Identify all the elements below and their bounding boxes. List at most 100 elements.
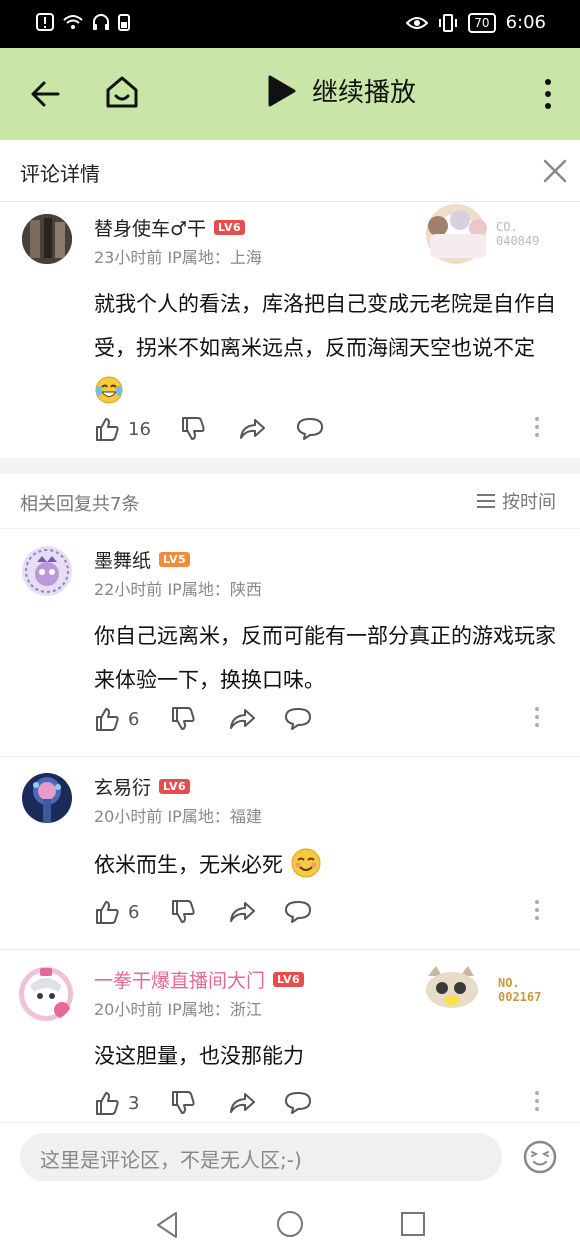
sort-button[interactable]: 按时间 (476, 488, 556, 514)
share-button[interactable] (228, 899, 256, 925)
vibrate-icon (439, 13, 458, 32)
thumbs-down-icon (182, 417, 205, 440)
like-count: 6 (128, 901, 140, 923)
sort-lines-icon (477, 494, 495, 508)
share-button[interactable] (238, 416, 266, 442)
comment-more-icon[interactable] (534, 899, 540, 921)
share-button[interactable] (228, 1090, 256, 1116)
share-button[interactable] (228, 706, 256, 732)
username[interactable]: 玄易衍 (94, 773, 151, 800)
comment-actions: 16 (94, 416, 564, 446)
avatar[interactable] (22, 773, 72, 823)
thumbs-up-icon (96, 418, 119, 441)
divider (0, 528, 580, 529)
emoji-icon[interactable] (522, 1139, 558, 1175)
sort-label: 按时间 (502, 492, 556, 513)
username-row: 替身使车♂干 LV6 (94, 214, 246, 241)
headphones-icon (93, 14, 109, 30)
fan-badge[interactable]: NO. 002167 (420, 962, 560, 1012)
reply-button[interactable] (296, 416, 324, 442)
continue-play-button[interactable]: 继续播放 (266, 72, 416, 109)
like-button[interactable]: 3 (94, 1090, 139, 1116)
status-bar: 70 6:06 (0, 0, 580, 48)
reply-item: 一拳干爆直播间大门 LV6 NO. 002167 20小时前 IP属地：浙江 没… (0, 950, 580, 1122)
like-count: 3 (128, 1092, 140, 1114)
top-toolbar: 继续播放 (0, 48, 580, 140)
thumbs-down-icon (172, 707, 195, 730)
comment-meta: 23小时前 IP属地：上海 (94, 248, 262, 267)
username[interactable]: 替身使车♂干 (94, 214, 206, 241)
nav-back-icon[interactable] (154, 1210, 180, 1240)
share-icon (230, 709, 255, 729)
dislike-button[interactable] (180, 416, 206, 442)
comment-detail-header: 评论详情 (0, 140, 580, 202)
chat-bubble-icon (285, 901, 311, 923)
comment-more-icon[interactable] (534, 1090, 540, 1112)
comment-input[interactable]: 这里是评论区，不是无人区;-) (20, 1133, 502, 1181)
comment-more-icon[interactable] (534, 706, 540, 728)
level-badge: LV6 (273, 972, 305, 987)
username[interactable]: 一拳干爆直播间大门 (94, 966, 265, 993)
nav-home-icon[interactable] (276, 1210, 304, 1238)
username[interactable]: 墨舞纸 (94, 546, 151, 573)
comment-body: 依米而生，无米必死 (94, 843, 560, 887)
thumbs-up-icon (96, 901, 119, 924)
comment-more-icon[interactable] (534, 416, 540, 438)
share-icon (240, 419, 265, 439)
avatar-image (22, 773, 72, 823)
page-title: 评论详情 (20, 162, 100, 186)
comment-actions: 6 (94, 899, 564, 929)
reply-button[interactable] (284, 899, 312, 925)
thumbs-up-icon (96, 708, 119, 731)
fan-badge-number: CO. 040849 (496, 220, 540, 248)
nav-recents-icon[interactable] (400, 1211, 426, 1237)
comment-actions: 6 (94, 706, 564, 736)
like-button[interactable]: 16 (94, 416, 151, 442)
status-icons-right: 70 6:06 (406, 12, 546, 33)
comment-text: 就我个人的看法，库洛把自己变成元老院是自作自受，拐米不如离米远点，反而海阔天空也… (94, 292, 556, 360)
comment-text: 依米而生，无米必死 (94, 853, 283, 877)
reply-item: 墨舞纸 LV5 22小时前 IP属地：陕西 你自己远离米，反而可能有一部分真正的… (0, 530, 580, 756)
thumbs-up-icon (96, 1092, 119, 1115)
reply-button[interactable] (284, 1090, 312, 1116)
fan-badge-number: NO. 002167 (498, 976, 542, 1004)
avatar-image (22, 214, 72, 264)
share-icon (230, 902, 255, 922)
fan-badge[interactable]: CO. 040849 (420, 204, 560, 264)
reply-count: 相关回复共7条 (20, 494, 140, 515)
comment-input-bar: 这里是评论区，不是无人区;-) (0, 1122, 580, 1198)
avatar[interactable] (22, 546, 72, 596)
like-count: 16 (128, 418, 151, 440)
dislike-button[interactable] (170, 706, 196, 732)
reply-button[interactable] (284, 706, 312, 732)
comment-meta: 20小时前 IP属地：福建 (94, 807, 262, 826)
username-row: 墨舞纸 LV5 (94, 546, 191, 573)
fan-badge-image (426, 966, 478, 1008)
reply-item: 玄易衍 LV6 20小时前 IP属地：福建 依米而生，无米必死 6 (0, 757, 580, 949)
chat-bubble-icon (297, 418, 323, 440)
avatar[interactable] (22, 214, 72, 264)
main-comment: 替身使车♂干 LV6 CO. 040849 23小时前 IP属地：上海 就我个人… (0, 202, 580, 458)
replies-header: 相关回复共7条 按时间 (0, 476, 580, 528)
comment-meta: 20小时前 IP属地：浙江 (94, 1000, 262, 1019)
comment-meta: 22小时前 IP属地：陕西 (94, 580, 262, 599)
home-icon[interactable] (102, 72, 142, 112)
avatar-image (22, 546, 72, 596)
dislike-button[interactable] (170, 899, 196, 925)
like-button[interactable]: 6 (94, 706, 139, 732)
thumbs-down-icon (172, 1091, 195, 1114)
play-icon (268, 75, 296, 106)
eye-icon (406, 16, 429, 29)
chat-bubble-icon (285, 1092, 311, 1114)
dislike-button[interactable] (170, 1090, 196, 1116)
close-icon[interactable] (542, 158, 568, 184)
more-vertical-icon[interactable] (538, 76, 558, 112)
like-button[interactable]: 6 (94, 899, 139, 925)
comment-body: 没这胆量，也没那能力 (94, 1044, 304, 1068)
level-badge: LV6 (214, 220, 246, 235)
avatar[interactable] (18, 966, 74, 1022)
comment-body: 就我个人的看法，库洛把自己变成元老院是自作自受，拐米不如离米远点，反而海阔天空也… (94, 282, 560, 414)
username-row: 一拳干爆直播间大门 LV6 (94, 966, 305, 993)
back-arrow-icon[interactable] (28, 76, 64, 112)
wifi-icon (63, 15, 83, 29)
